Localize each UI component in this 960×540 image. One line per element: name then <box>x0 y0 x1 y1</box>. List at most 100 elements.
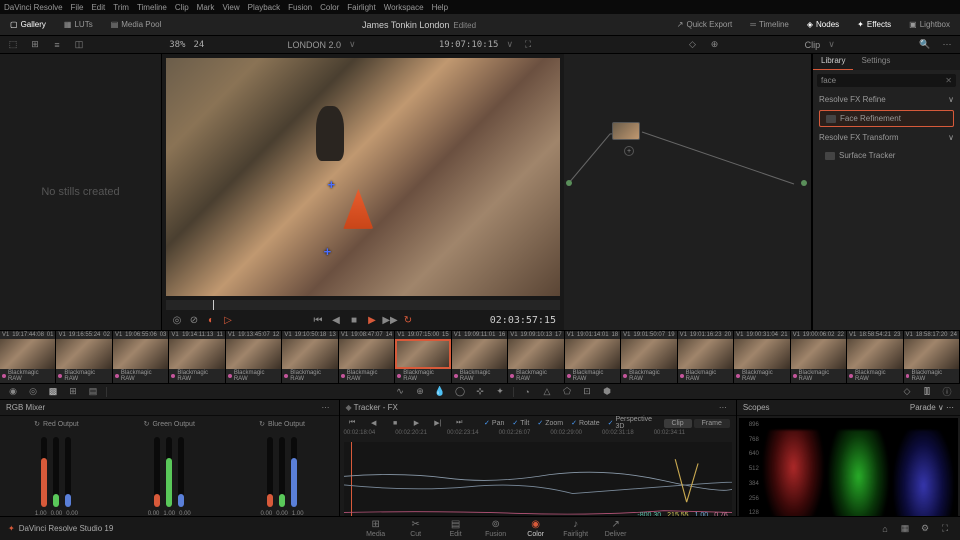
grid-icon[interactable]: ⊞ <box>28 38 42 52</box>
mixer-slider[interactable] <box>65 437 71 507</box>
mixer-slider[interactable] <box>178 437 184 507</box>
page-deliver[interactable]: ↗Deliver <box>597 518 635 540</box>
project-icon[interactable]: ▦ <box>898 522 912 536</box>
page-media[interactable]: ⊞Media <box>357 518 395 540</box>
size-icon[interactable]: ⊡ <box>580 385 594 399</box>
clip-thumbnail[interactable]: V119:16:55:2402Blackmagic RAW <box>56 331 112 383</box>
hdr-icon[interactable]: ◎ <box>26 385 40 399</box>
tracker-point[interactable]: + <box>328 177 342 191</box>
page-edit[interactable]: ▤Edit <box>437 518 475 540</box>
keyframe-icon[interactable]: ◇ <box>900 385 914 399</box>
curves-icon[interactable]: ▩ <box>46 385 60 399</box>
clip-thumbnail[interactable]: V119:00:06:0222Blackmagic RAW <box>791 331 847 383</box>
menu-playback[interactable]: Playback <box>248 3 280 12</box>
wipe-icon[interactable]: ◐ <box>204 313 218 327</box>
search-icon[interactable]: 🔍 <box>918 38 932 52</box>
menu-clip[interactable]: Clip <box>175 3 189 12</box>
page-color[interactable]: ◉Color <box>517 518 555 540</box>
first-frame-icon[interactable]: ⏮ <box>311 313 325 327</box>
menu-trim[interactable]: Trim <box>113 3 129 12</box>
track-rev-icon[interactable]: ◀ <box>367 416 380 430</box>
stop-icon[interactable]: ■ <box>347 313 361 327</box>
timeline-button[interactable]: ═Timeline <box>744 18 795 31</box>
node-output[interactable] <box>801 180 807 186</box>
clip-thumbnail[interactable]: V119:14:11:1311Blackmagic RAW <box>169 331 225 383</box>
clip-thumbnail[interactable]: V118:58:54:2123Blackmagic RAW <box>847 331 903 383</box>
node-add-icon[interactable]: ⊕ <box>707 38 721 52</box>
panel-menu-icon[interactable]: ⋯ <box>319 401 333 415</box>
viewer-image[interactable]: + + + <box>166 58 560 296</box>
unmix-icon[interactable]: ⊘ <box>187 313 201 327</box>
mixer-slider[interactable] <box>53 437 59 507</box>
menu-workspace[interactable]: Workspace <box>384 3 424 12</box>
qual-icon[interactable]: 💧 <box>433 385 447 399</box>
effects-button[interactable]: ✦Effects <box>851 18 897 31</box>
scope-icon[interactable]: ⫿⫿ <box>920 385 934 399</box>
page-fusion[interactable]: ⊚Fusion <box>477 518 515 540</box>
warp-icon[interactable]: ⊕ <box>413 385 427 399</box>
tracker-point[interactable]: + <box>320 144 334 158</box>
fx-item[interactable]: Surface Tracker <box>819 148 954 163</box>
mixer-slider[interactable] <box>166 437 172 507</box>
list-icon[interactable]: ≡ <box>50 38 64 52</box>
clip-thumbnail[interactable]: V119:09:10:1317Blackmagic RAW <box>508 331 564 383</box>
menu-file[interactable]: File <box>71 3 84 12</box>
play-icon[interactable]: ▶ <box>365 313 379 327</box>
info-icon[interactable]: ⓘ <box>940 385 954 399</box>
track-all-icon[interactable]: ⏭ <box>453 416 466 430</box>
qualifier-icon[interactable]: ▤ <box>86 385 100 399</box>
gallery-button[interactable]: ▢Gallery <box>4 18 52 31</box>
blur-icon[interactable]: ◔ <box>520 385 534 399</box>
next-frame-icon[interactable]: ▶▶ <box>383 313 397 327</box>
clip-thumbnail[interactable]: V119:17:44:0801Blackmagic RAW <box>0 331 56 383</box>
tracker-opt-rotate[interactable]: ✓ Rotate <box>571 416 600 430</box>
menu-view[interactable]: View <box>222 3 239 12</box>
track-rev-all-icon[interactable]: ⏮ <box>346 416 359 430</box>
fullscreen-icon[interactable]: ⛶ <box>938 522 952 536</box>
clip-thumbnail[interactable]: V119:08:47:0714Blackmagic RAW <box>339 331 395 383</box>
node-input[interactable] <box>566 180 572 186</box>
track-stop-icon[interactable]: ■ <box>388 416 401 430</box>
node-add-button[interactable]: + <box>624 146 634 156</box>
clip-thumbnail[interactable]: V119:01:16:2320Blackmagic RAW <box>678 331 734 383</box>
home-icon[interactable]: ⌂ <box>878 522 892 536</box>
tab-settings[interactable]: Settings <box>853 54 898 70</box>
clip-thumbnail[interactable]: V119:07:15:0015Blackmagic RAW <box>395 331 451 383</box>
clip-thumbnail[interactable]: V119:10:50:1813Blackmagic RAW <box>282 331 338 383</box>
tracker-opt-perspective 3d[interactable]: ✓ Perspective 3D <box>608 416 656 430</box>
track-fwd-icon[interactable]: ▶ <box>410 416 423 430</box>
page-fairlight[interactable]: ♪Fairlight <box>557 518 595 540</box>
viewer-timecode[interactable]: 19:07:10:15 <box>439 40 499 50</box>
warper-icon[interactable]: ⊞ <box>66 385 80 399</box>
split-icon[interactable]: ▷ <box>221 313 235 327</box>
clip-thumbnail[interactable]: V119:13:45:0712Blackmagic RAW <box>226 331 282 383</box>
clip-thumbnail[interactable]: V118:58:17:2024Blackmagic RAW <box>904 331 960 383</box>
3d-icon[interactable]: ⬢ <box>600 385 614 399</box>
fx-item[interactable]: Face Refinement <box>819 110 954 127</box>
node-thumbnail[interactable] <box>612 122 640 140</box>
prev-frame-icon[interactable]: ◀ <box>329 313 343 327</box>
bypass-icon[interactable]: ◎ <box>170 313 184 327</box>
node-graph[interactable]: + <box>564 54 812 330</box>
tracker-opt-pan[interactable]: ✓ Pan <box>484 416 504 430</box>
menu-timeline[interactable]: Timeline <box>137 3 167 12</box>
nodes-button[interactable]: ◈Nodes <box>801 18 845 31</box>
transport-timecode[interactable]: 02:03:57:15 <box>490 315 556 326</box>
mixer-slider[interactable] <box>291 437 297 507</box>
menu-fairlight[interactable]: Fairlight <box>347 3 375 12</box>
timeline-name[interactable]: LONDON 2.0 <box>288 40 342 50</box>
split-icon[interactable]: ◫ <box>72 38 86 52</box>
cursor-icon[interactable]: ⬚ <box>6 38 20 52</box>
mixer-slider[interactable] <box>41 437 47 507</box>
menu-mark[interactable]: Mark <box>197 3 215 12</box>
window-icon[interactable]: ◯ <box>453 385 467 399</box>
clip-thumbnail[interactable]: V119:09:11:0116Blackmagic RAW <box>452 331 508 383</box>
menu-help[interactable]: Help <box>432 3 448 12</box>
menu-color[interactable]: Color <box>320 3 339 12</box>
node-tool-icon[interactable]: ◇ <box>685 38 699 52</box>
lightbox-button[interactable]: ▣Lightbox <box>903 18 956 31</box>
curve-icon[interactable]: ∿ <box>393 385 407 399</box>
settings-icon[interactable]: ⚙ <box>918 522 932 536</box>
tracker-opt-zoom[interactable]: ✓ Zoom <box>537 416 563 430</box>
mediapool-button[interactable]: ▤Media Pool <box>105 18 168 31</box>
